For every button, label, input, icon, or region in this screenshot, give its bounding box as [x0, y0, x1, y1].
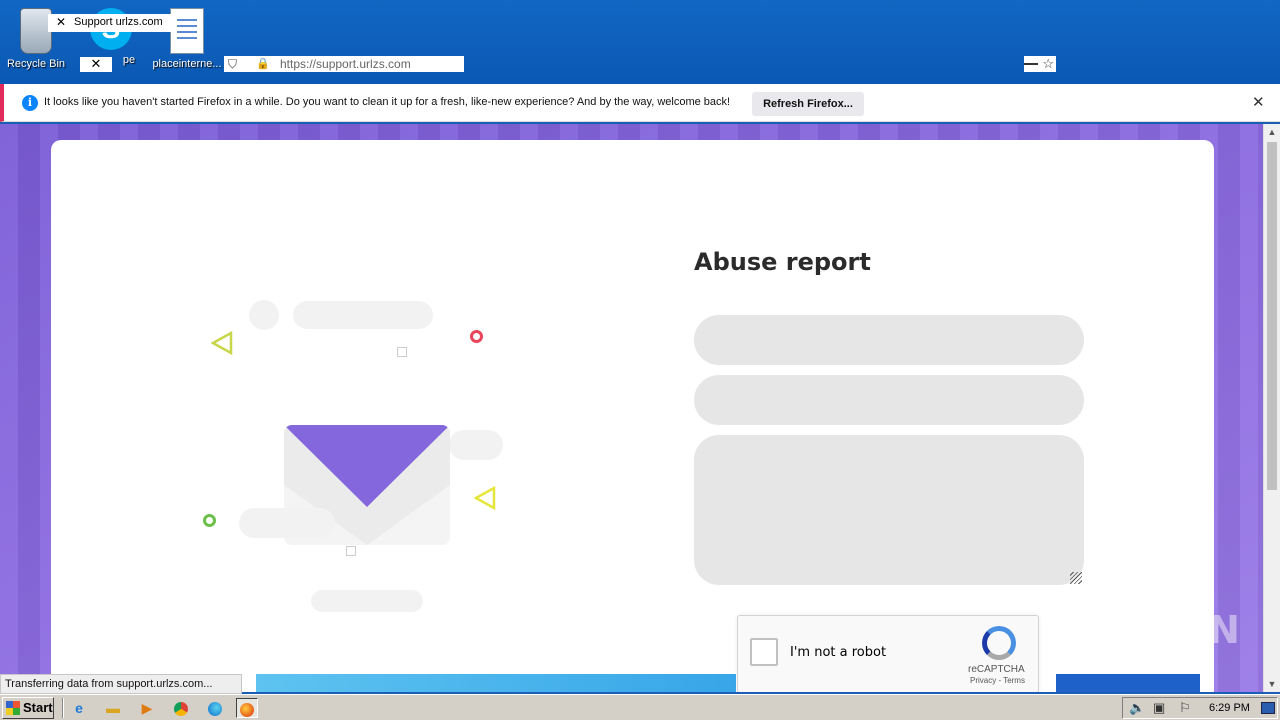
windows-logo-icon: [6, 701, 20, 715]
scroll-down-icon[interactable]: ▼: [1264, 676, 1280, 692]
shield-icon[interactable]: ⛉: [228, 56, 237, 72]
show-desktop-icon[interactable]: [1261, 702, 1275, 714]
taskbar: Start e ▬ ▶ 🔈 ▣ ⚐ 6:29 PM: [0, 694, 1280, 720]
submit-button[interactable]: [1056, 674, 1200, 692]
decor-square: [397, 347, 407, 357]
email-field[interactable]: [694, 375, 1084, 425]
status-bar: Transferring data from support.urlzs.com…: [0, 674, 242, 694]
scrollbar-thumb[interactable]: [1267, 142, 1277, 490]
captcha-label: I'm not a robot: [790, 645, 887, 660]
captcha-checkbox[interactable]: [750, 638, 778, 666]
message-field[interactable]: [694, 435, 1084, 585]
close-icon[interactable]: ✕: [1252, 93, 1265, 111]
triangle-icon: [211, 331, 233, 355]
desktop-strip: Recycle Bin S pe placeinterne... ✕ Suppo…: [0, 0, 1280, 84]
volume-icon[interactable]: 🔈: [1129, 700, 1145, 716]
scroll-up-icon[interactable]: ▲: [1264, 124, 1280, 140]
notification-bar: i It looks like you haven't started Fire…: [0, 84, 1280, 122]
decor-pill: [449, 430, 503, 460]
system-tray: 🔈 ▣ ⚐ 6:29 PM: [1122, 697, 1278, 719]
bookmark-star-icon[interactable]: ☆: [1024, 56, 1056, 72]
network-icon[interactable]: ▣: [1153, 700, 1165, 716]
tab-close-button[interactable]: ✕: [80, 57, 112, 72]
banner-strip: [256, 674, 736, 692]
chrome-icon[interactable]: [170, 698, 192, 718]
decor-circle: [249, 300, 279, 330]
recaptcha-widget: I'm not a robot reCAPTCHA Privacy - Term…: [737, 615, 1039, 692]
url-bar[interactable]: ⛉ 🔒 https://support.urlzs.com: [224, 56, 464, 72]
tab-title: Support urlzs.com: [74, 16, 163, 28]
internet-explorer-icon[interactable]: e: [68, 698, 90, 718]
clock[interactable]: 6:29 PM: [1209, 702, 1250, 714]
decor-square: [346, 546, 356, 556]
desktop-icon-label: Recycle Bin: [6, 58, 66, 70]
mail-illustration: [191, 300, 511, 630]
decor-ring-red: [470, 330, 483, 343]
decor-ring-green: [203, 514, 216, 527]
page-title: Abuse report: [694, 248, 871, 276]
close-icon[interactable]: ✕: [56, 15, 66, 29]
browser-tab[interactable]: ✕ Support urlzs.com: [48, 14, 171, 32]
start-button[interactable]: Start: [2, 697, 54, 719]
media-player-icon[interactable]: ▶: [136, 698, 158, 718]
vertical-scrollbar[interactable]: ▲ ▼: [1263, 124, 1280, 692]
recaptcha-logo-icon: [982, 626, 1016, 660]
start-label: Start: [23, 700, 53, 715]
resize-handle-icon[interactable]: [1070, 572, 1082, 584]
page-content: Abuse report I'm not a robot reCAPTCHA P…: [0, 124, 1280, 692]
edge-icon[interactable]: [204, 698, 226, 718]
name-field[interactable]: [694, 315, 1084, 365]
firefox-icon[interactable]: [236, 698, 258, 718]
lock-icon[interactable]: 🔒: [256, 56, 270, 72]
decor-pill: [239, 508, 335, 538]
recaptcha-links[interactable]: Privacy - Terms: [970, 676, 1025, 685]
folder-icon[interactable]: ▬: [102, 698, 124, 718]
desktop-icon-label: placeinterne...: [152, 58, 222, 70]
decor-pill: [293, 301, 433, 329]
decor-pill: [311, 590, 423, 612]
triangle-icon: [474, 486, 496, 510]
watermark: ANY RUN: [1040, 608, 1241, 652]
info-icon: i: [22, 95, 38, 111]
envelope-flap: [284, 425, 450, 507]
refresh-firefox-button[interactable]: Refresh Firefox...: [752, 92, 864, 116]
flag-icon[interactable]: ⚐: [1179, 700, 1191, 716]
taskbar-separator: [62, 698, 64, 718]
recaptcha-brand: reCAPTCHA: [968, 664, 1025, 675]
document-icon: [170, 8, 204, 54]
url-text[interactable]: https://support.urlzs.com: [280, 57, 411, 71]
notification-message: It looks like you haven't started Firefo…: [44, 96, 731, 108]
